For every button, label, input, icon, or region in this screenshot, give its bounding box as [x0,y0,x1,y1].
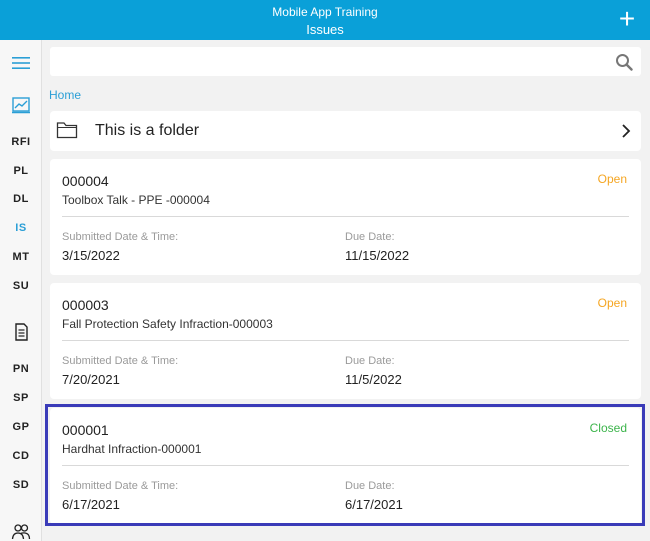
submitted-value: 7/20/2021 [62,372,120,387]
issue-card-000003[interactable]: 000003 Fall Protection Safety Infraction… [50,283,641,399]
sidebar-item-cd[interactable]: CD [0,450,42,462]
chevron-right-icon [622,124,631,138]
sidebar-item-is[interactable]: IS [0,222,42,234]
issue-number: 000004 [62,173,109,189]
due-value: 11/15/2022 [345,248,410,263]
submitted-label: Submitted Date & Time: [62,480,179,492]
folder-label: This is a folder [95,122,200,139]
issue-title: Hardhat Infraction-000001 [62,442,202,456]
sidebar-item-pl[interactable]: PL [0,165,42,177]
issue-number: 000001 [62,422,109,438]
issue-title: Fall Protection Safety Infraction-000003 [62,317,273,331]
plus-icon[interactable]: + [614,5,640,33]
issue-card-000001[interactable]: 000001 Hardhat Infraction-000001 Closed … [50,408,641,524]
issue-title: Toolbox Talk - PPE -000004 [62,193,210,207]
card-divider [62,340,629,341]
issue-card-000004[interactable]: 000004 Toolbox Talk - PPE -000004 Open S… [50,159,641,275]
sidebar-item-dl[interactable]: DL [0,193,42,205]
issue-number: 000003 [62,297,109,313]
status-badge: Open [597,172,627,186]
submitted-label: Submitted Date & Time: [62,231,179,243]
submitted-label: Submitted Date & Time: [62,355,179,367]
app-title: Mobile App Training [272,5,378,19]
dashboard-chart-icon[interactable] [11,95,31,115]
card-divider [62,465,629,466]
search-bar [50,47,641,76]
top-bar: Mobile App Training Issues + [0,0,650,40]
submitted-value: 3/15/2022 [62,248,120,263]
breadcrumb-home[interactable]: Home [49,88,81,102]
status-badge: Closed [589,421,627,435]
due-value: 11/5/2022 [345,372,402,387]
submitted-value: 6/17/2021 [62,497,120,512]
document-icon[interactable] [11,322,31,342]
folder-icon [56,122,78,139]
sidebar-item-sd[interactable]: SD [0,479,42,491]
people-group-icon[interactable] [11,521,31,541]
card-divider [62,216,629,217]
sidebar-item-su[interactable]: SU [0,280,42,292]
due-label: Due Date: [345,480,395,492]
folder-row[interactable]: This is a folder [50,111,641,151]
search-input[interactable] [58,51,598,72]
sidebar-item-mt[interactable]: MT [0,251,42,263]
sidebar-item-rfi[interactable]: RFI [0,136,42,148]
due-value: 6/17/2021 [345,497,403,512]
hamburger-menu-icon[interactable] [11,53,31,73]
status-badge: Open [597,296,627,310]
sidebar-item-gp[interactable]: GP [0,421,42,433]
due-label: Due Date: [345,355,395,367]
search-icon[interactable] [615,53,633,71]
due-label: Due Date: [345,231,395,243]
sidebar-item-pn[interactable]: PN [0,363,42,375]
sidebar: RFI PL DL IS MT SU PN SP GP CD SD [0,40,42,541]
sidebar-item-sp[interactable]: SP [0,392,42,404]
page-title: Issues [306,22,344,37]
